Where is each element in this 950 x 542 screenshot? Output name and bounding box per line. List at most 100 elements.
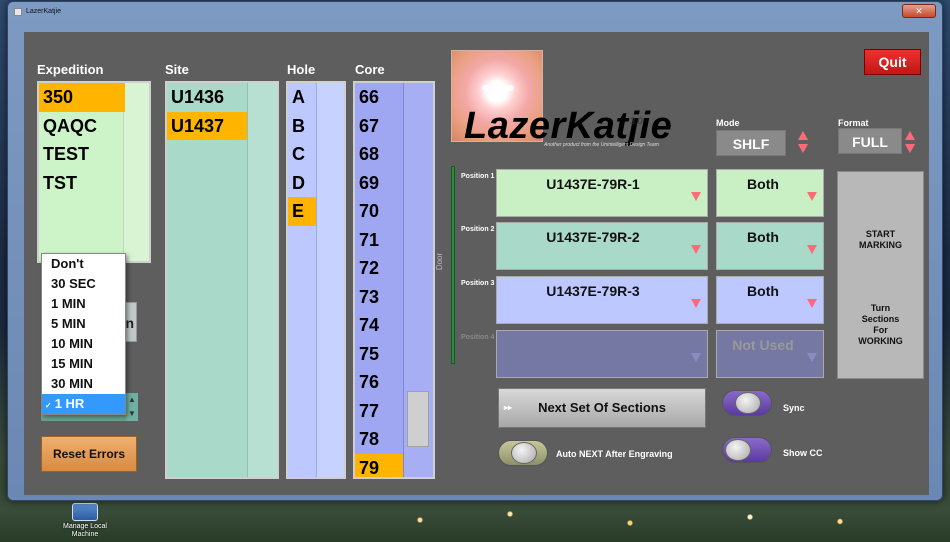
core-list-item[interactable]: 76	[355, 368, 403, 397]
double-chevron-icon: ▸▸	[504, 403, 513, 412]
expedition-list[interactable]: 350 QAQC TEST TST	[37, 81, 151, 263]
timeout-option[interactable]: 10 MIN	[42, 334, 125, 354]
core-scrollbar-thumb[interactable]	[407, 391, 429, 447]
expedition-list-item[interactable]: 350	[39, 83, 125, 112]
dropdown-arrow-icon[interactable]	[691, 353, 701, 362]
expedition-header: Expedition	[37, 62, 104, 77]
logo-eye-right	[504, 85, 514, 91]
mode-label: Mode	[716, 118, 740, 128]
timeout-option-label: 30 SEC	[51, 276, 96, 291]
title-bar[interactable]: LazerKatjie	[8, 2, 942, 28]
hole-list-item[interactable]: D	[288, 169, 316, 198]
mode-value[interactable]: SHLF	[716, 130, 786, 156]
hole-list[interactable]: ABCDE	[286, 81, 346, 479]
timeout-option-label: Don't	[51, 256, 84, 271]
show-cc-toggle[interactable]	[722, 437, 772, 463]
mode-up-icon[interactable]	[798, 131, 808, 140]
core-list-item[interactable]: 75	[355, 340, 403, 369]
start-marking-text: START MARKING	[838, 229, 923, 251]
format-value[interactable]: FULL	[838, 128, 902, 154]
dropdown-arrow-icon[interactable]	[691, 245, 701, 254]
position-1-section-select[interactable]: U1437E-79R-1	[496, 169, 708, 217]
position-2-side-value: Both	[747, 229, 779, 245]
mode-spinner[interactable]	[797, 130, 809, 156]
dropdown-arrow-icon[interactable]	[807, 192, 817, 201]
position-2-label: Position 2	[461, 226, 495, 233]
core-list-item[interactable]: 69	[355, 169, 403, 198]
expedition-list-item[interactable]: TST	[39, 169, 125, 198]
position-2-section-select[interactable]: U1437E-79R-2	[496, 222, 708, 270]
dropdown-arrow-icon[interactable]	[691, 299, 701, 308]
core-list-item[interactable]: 72	[355, 254, 403, 283]
core-list-item[interactable]: 73	[355, 283, 403, 312]
desktop-city-lights	[300, 502, 900, 532]
turn-line-1: Turn	[870, 303, 891, 313]
position-1-side-select[interactable]: Both	[716, 169, 824, 217]
timeout-option[interactable]: 30 MIN	[42, 374, 125, 394]
dropdown-arrow-icon[interactable]	[807, 299, 817, 308]
dropdown-arrow-icon[interactable]	[807, 353, 817, 362]
core-list-item[interactable]: 78	[355, 425, 403, 454]
quit-button[interactable]: Quit	[864, 49, 921, 75]
auto-next-toggle[interactable]	[498, 440, 548, 466]
format-spinner[interactable]	[904, 130, 916, 156]
sync-toggle[interactable]	[722, 390, 772, 416]
site-scrollbar[interactable]	[247, 83, 277, 477]
timeout-dropdown-list[interactable]: Don't 30 SEC 1 MIN 5 MIN 10 MIN 15 MIN 30 MIN ✓…	[41, 253, 126, 415]
position-3-side-select[interactable]: Both	[716, 276, 824, 324]
timeout-option[interactable]: ✓ 1 HR	[42, 394, 125, 414]
stepper-up-icon[interactable]: ▲	[126, 393, 138, 407]
hole-list-item[interactable]: C	[288, 140, 316, 169]
timeout-option[interactable]: 30 SEC	[42, 274, 125, 294]
site-list[interactable]: U1436 U1437	[165, 81, 279, 479]
reset-errors-button[interactable]: Reset Errors	[41, 436, 137, 472]
position-2-section-value: U1437E-79R-2	[546, 229, 640, 245]
timeout-option[interactable]: 5 MIN	[42, 314, 125, 334]
core-header: Core	[355, 62, 385, 77]
position-3-label: Position 3	[461, 280, 495, 287]
core-list-item[interactable]: 77	[355, 397, 403, 426]
start-marking-button[interactable]: START MARKING Turn Sections For WORKING	[837, 171, 924, 379]
expedition-list-item[interactable]: QAQC	[39, 112, 125, 141]
timeout-option[interactable]: 15 MIN	[42, 354, 125, 374]
hole-list-item[interactable]: A	[288, 83, 316, 112]
core-list-item[interactable]: 74	[355, 311, 403, 340]
timeout-option-label: 30 MIN	[51, 376, 93, 391]
core-list-item[interactable]: 79	[355, 453, 403, 477]
position-4-side-select[interactable]: Not Used	[716, 330, 824, 378]
position-3-section-value: U1437E-79R-3	[546, 283, 640, 299]
site-list-item[interactable]: U1436	[167, 83, 247, 112]
core-scrollbar[interactable]	[403, 83, 433, 477]
timeout-stepper[interactable]: ▲ ▼	[126, 393, 138, 421]
position-1-side-value: Both	[747, 176, 779, 192]
expedition-list-item[interactable]: TEST	[39, 140, 125, 169]
hole-list-item[interactable]: B	[288, 112, 316, 141]
stepper-down-icon[interactable]: ▼	[126, 407, 138, 421]
mode-down-icon[interactable]	[798, 144, 808, 153]
dropdown-arrow-icon[interactable]	[691, 192, 701, 201]
core-list-item[interactable]: 70	[355, 197, 403, 226]
desktop-shortcut-manage-local-machine[interactable]: Manage Local Machine	[55, 503, 115, 539]
format-down-icon[interactable]	[905, 144, 915, 153]
timeout-option[interactable]: 1 MIN	[42, 294, 125, 314]
next-set-of-sections-button[interactable]: ▸▸ Next Set Of Sections	[498, 388, 706, 428]
hole-scrollbar[interactable]	[316, 83, 344, 477]
core-list-item[interactable]: 71	[355, 226, 403, 255]
expedition-scrollbar[interactable]	[123, 83, 149, 261]
core-list[interactable]: 66 67 68 69 70 71 72 73 74 75 76 77 78 79	[353, 81, 435, 479]
core-list-item[interactable]: 67	[355, 112, 403, 141]
core-list-item[interactable]: 66	[355, 83, 403, 112]
format-up-icon[interactable]	[905, 131, 915, 140]
position-3-section-select[interactable]: U1437E-79R-3	[496, 276, 708, 324]
start-line-2: MARKING	[859, 240, 902, 250]
dropdown-arrow-icon[interactable]	[807, 245, 817, 254]
position-4-section-select[interactable]	[496, 330, 708, 378]
core-list-item[interactable]: 68	[355, 140, 403, 169]
show-cc-toggle-knob	[725, 439, 751, 461]
window-close-button[interactable]: ✕	[902, 4, 936, 18]
hole-list-item[interactable]: E	[288, 197, 316, 226]
position-2-side-select[interactable]: Both	[716, 222, 824, 270]
timeout-option[interactable]: Don't	[42, 254, 125, 274]
hole-header: Hole	[287, 62, 316, 77]
site-list-item[interactable]: U1437	[167, 111, 247, 140]
